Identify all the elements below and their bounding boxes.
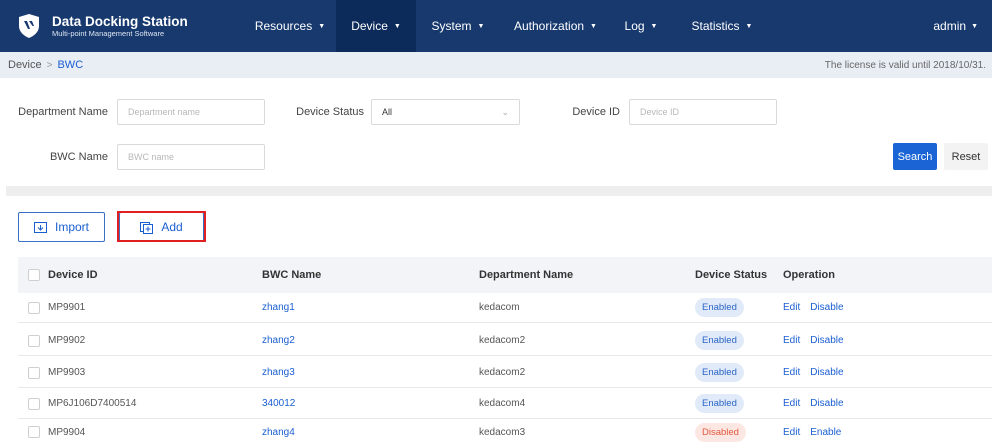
device-id-cell: MP6J106D7400514 [48, 398, 137, 409]
reset-button[interactable]: Reset [944, 143, 988, 170]
bwc-name-label: BWC Name [49, 151, 108, 163]
select-all-checkbox[interactable] [28, 269, 40, 281]
bwc-name-link[interactable]: zhang2 [262, 326, 295, 355]
department-label: Department Name [18, 106, 108, 118]
status-badge: Enabled [695, 298, 744, 317]
add-copy-icon [140, 221, 154, 234]
device-id-label: Device ID [572, 106, 620, 118]
caret-down-icon: ▼ [393, 22, 401, 30]
nav-resources-label: Resources [254, 19, 313, 33]
bwc-name-input[interactable] [117, 144, 265, 170]
app-subtitle: Multi-point Management Software [52, 29, 165, 38]
nav-log-label: Log [624, 19, 645, 33]
chevron-down-icon: ⌄ [501, 106, 509, 117]
breadcrumb-current: BWC [57, 59, 84, 71]
caret-down-icon: ▼ [650, 22, 658, 30]
nav-system-label: System [431, 19, 472, 33]
user-name: admin [933, 19, 967, 33]
edit-link[interactable]: Edit [783, 398, 800, 409]
caret-down-icon: ▼ [477, 22, 485, 30]
breadcrumb-separator: > [46, 59, 53, 71]
department-cell: kedacom4 [479, 398, 526, 409]
breadcrumb-parent[interactable]: Device [8, 59, 42, 71]
nav-log[interactable]: Log ▼ [616, 0, 666, 52]
bwc-name-link[interactable]: zhang1 [262, 293, 295, 322]
brand: Data Docking Station Multi-point Managem… [14, 10, 188, 42]
add-label: Add [161, 220, 183, 234]
disable-link[interactable]: Disable [810, 398, 843, 409]
table-header: Device ID BWC Name Department Name Devic… [18, 257, 992, 293]
department-cell: kedacom2 [479, 335, 526, 346]
device-id-cell: MP9904 [48, 426, 86, 438]
row-checkbox[interactable] [28, 397, 40, 410]
import-button[interactable]: Import [18, 212, 105, 242]
nav-device-label: Device [351, 19, 388, 33]
header-bwc-name: BWC Name [262, 269, 322, 281]
enable-link[interactable]: Enable [810, 427, 841, 438]
import-folder-icon [33, 221, 47, 233]
row-checkbox[interactable] [28, 366, 40, 379]
nav-resources[interactable]: Resources ▼ [246, 0, 334, 52]
nav-statistics[interactable]: Statistics ▼ [680, 0, 764, 52]
edit-link[interactable]: Edit [783, 367, 800, 378]
shield-logo-icon [14, 11, 44, 41]
header-device-status: Device Status [695, 269, 768, 281]
nav-authorization[interactable]: Authorization ▼ [503, 0, 608, 52]
row-checkbox[interactable] [28, 301, 40, 314]
bwc-name-link[interactable]: zhang4 [262, 419, 295, 445]
device-status-select[interactable]: All ⌄ [371, 99, 520, 125]
table-row: MP6J106D7400514 340012 kedacom4 Enabled … [18, 389, 992, 419]
status-badge: Enabled [695, 363, 744, 382]
bwc-name-link[interactable]: zhang3 [262, 358, 295, 387]
header-operation: Operation [783, 269, 835, 281]
row-checkbox[interactable] [28, 426, 40, 438]
app-title: Data Docking Station [52, 13, 188, 29]
row-checkbox[interactable] [28, 334, 40, 347]
table-row: MP9904 zhang4 kedacom3 Disabled Edit Enab… [18, 419, 992, 445]
caret-down-icon: ▼ [971, 22, 978, 30]
caret-down-icon: ▼ [590, 22, 597, 30]
caret-down-icon: ▼ [318, 22, 326, 30]
user-menu[interactable]: admin ▼ [933, 0, 978, 52]
add-button[interactable]: Add [119, 212, 204, 242]
device-id-cell: MP9901 [48, 302, 86, 313]
top-navigation-bar: Data Docking Station Multi-point Managem… [0, 0, 992, 52]
disable-link[interactable]: Disable [810, 367, 843, 378]
header-department: Department Name [479, 269, 574, 281]
table-row: MP9901 zhang1 kedacom Enabled Edit Disabl… [18, 293, 992, 323]
status-badge: Enabled [695, 394, 744, 413]
device-id-cell: MP9902 [48, 335, 86, 346]
license-notice: The license is valid until 2018/10/31. [824, 59, 986, 71]
breadcrumb: Device > BWC [8, 59, 83, 71]
edit-link[interactable]: Edit [783, 335, 800, 346]
disable-link[interactable]: Disable [810, 335, 843, 346]
caret-down-icon: ▼ [745, 22, 753, 30]
department-cell: kedacom [479, 302, 520, 313]
table-row: MP9902 zhang2 kedacom2 Enabled Edit Disab… [18, 326, 992, 356]
nav-system[interactable]: System ▼ [422, 0, 494, 52]
department-input[interactable] [117, 99, 265, 125]
nav-device[interactable]: Device ▼ [336, 0, 416, 52]
nav-statistics-label: Statistics [691, 19, 740, 33]
nav-authorization-label: Authorization [514, 19, 585, 33]
section-divider [6, 186, 992, 196]
edit-link[interactable]: Edit [783, 427, 800, 438]
bwc-name-link[interactable]: 340012 [262, 389, 295, 418]
breadcrumb-bar: Device > BWC The license is valid until … [0, 52, 992, 78]
status-badge: Disabled [695, 422, 746, 442]
department-cell: kedacom3 [479, 426, 526, 438]
table-row: MP9903 zhang3 kedacom2 Enabled Edit Disab… [18, 358, 992, 388]
device-id-input[interactable] [629, 99, 777, 125]
import-label: Import [54, 220, 89, 234]
disable-link[interactable]: Disable [810, 302, 843, 313]
device-status-value: All [382, 107, 393, 117]
device-id-cell: MP9903 [48, 367, 86, 378]
edit-link[interactable]: Edit [783, 302, 800, 313]
department-cell: kedacom2 [479, 367, 526, 378]
search-button[interactable]: Search [893, 143, 937, 170]
status-badge: Enabled [695, 331, 744, 350]
device-status-label: Device Status [296, 106, 364, 118]
header-device-id: Device ID [48, 269, 98, 281]
